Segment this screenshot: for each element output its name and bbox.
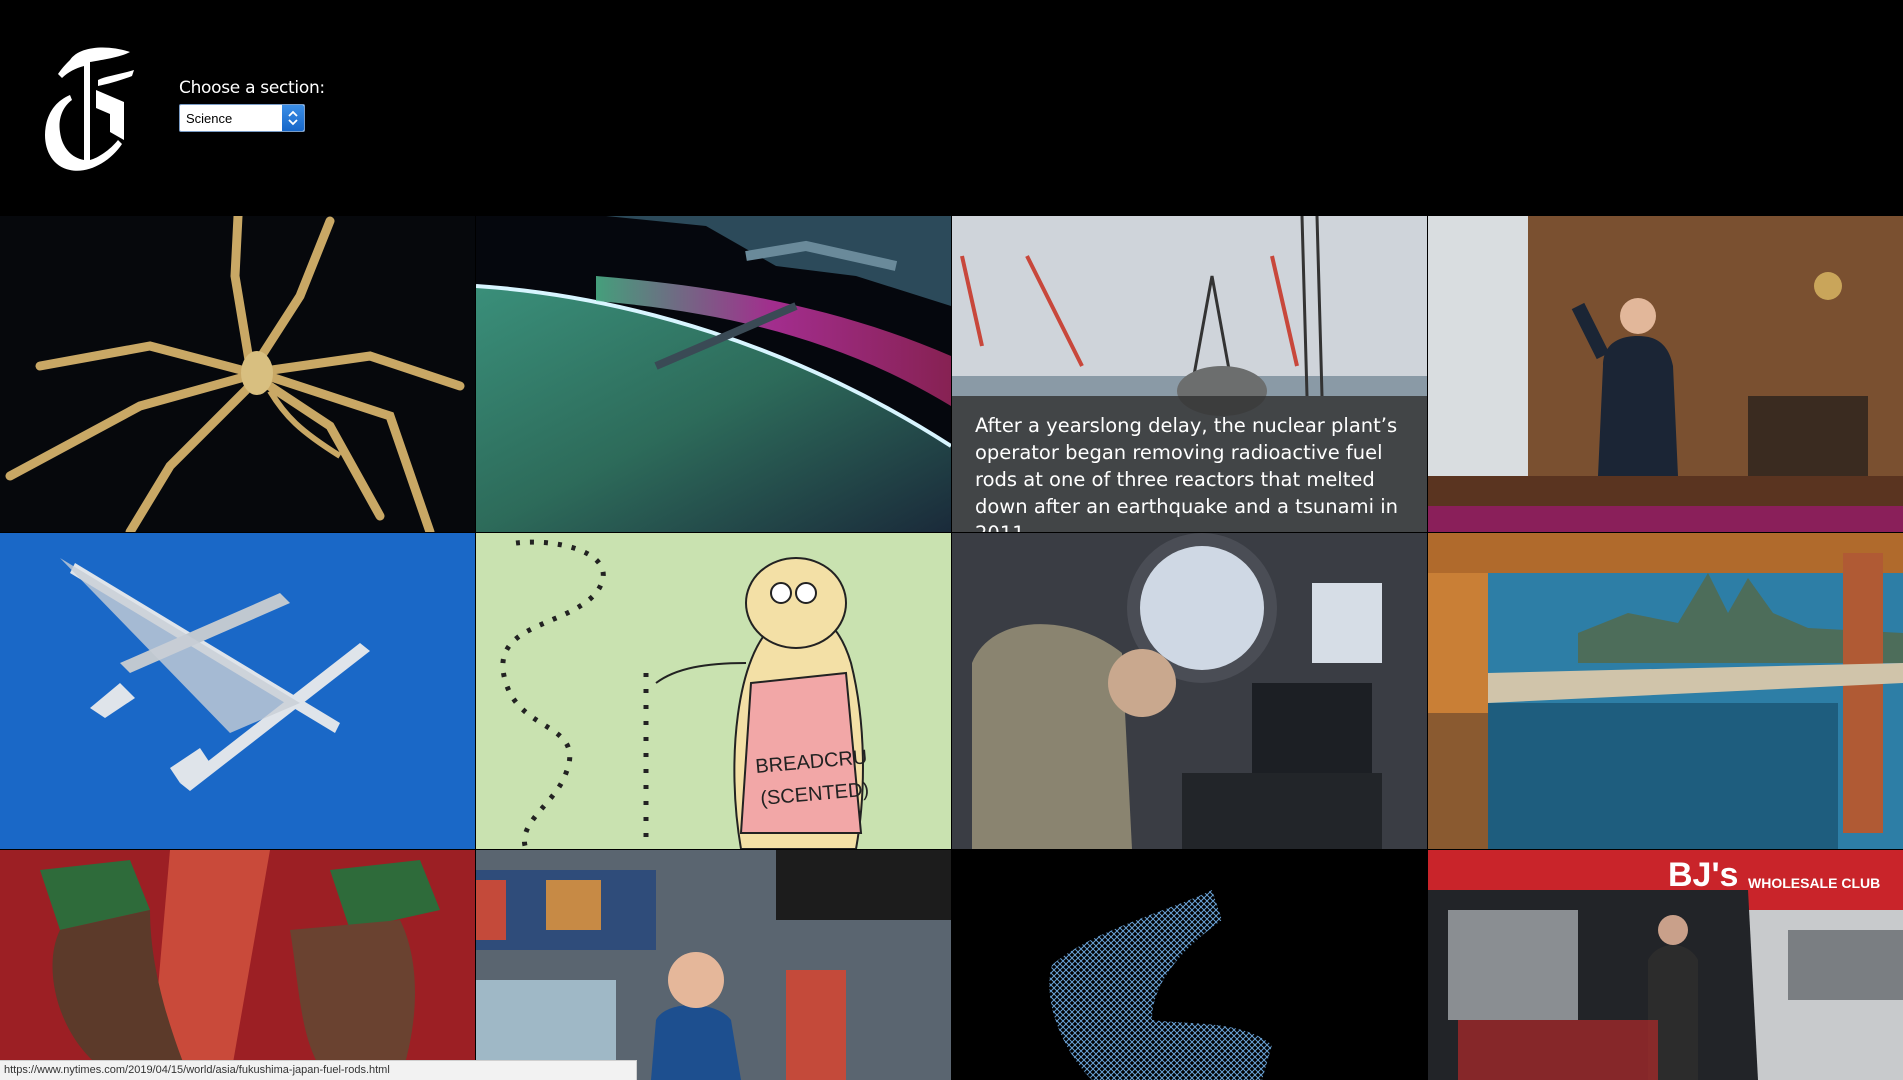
blue-mesh-image — [1049, 890, 1272, 1080]
nyt-logo-icon[interactable] — [40, 40, 140, 175]
warehouse-store-image — [476, 850, 951, 1080]
photo-tile-warehouse-store[interactable] — [476, 850, 951, 1080]
section-select[interactable]: Science — [179, 104, 305, 132]
aurora-image — [476, 216, 951, 532]
astronaut-image — [952, 533, 1427, 849]
photo-grid: After a yearslong delay, the nuclear pla… — [0, 216, 1903, 1080]
hearing-image — [1428, 216, 1903, 532]
cartoon-dog-image: BREADCRU (SCENTED) — [476, 533, 951, 849]
bjs-store-image: BJ's WHOLESALE CLUB — [1428, 850, 1903, 1080]
photo-tile-aurora[interactable] — [476, 216, 951, 532]
section-label: Choose a section: — [179, 78, 325, 98]
photo-tile-infinity-pool[interactable] — [1428, 533, 1903, 849]
photo-tile-cartoon-dog[interactable]: BREADCRU (SCENTED) — [476, 533, 951, 849]
select-arrows-icon — [282, 105, 304, 131]
tile-caption: After a yearslong delay, the nuclear pla… — [952, 396, 1427, 532]
photo-tile-nuclear-plant[interactable]: After a yearslong delay, the nuclear pla… — [952, 216, 1427, 532]
sea-spider-image — [5, 216, 465, 532]
photo-tile-bangles[interactable] — [0, 850, 475, 1080]
bangles-image — [0, 850, 475, 1080]
store-sub-text: WHOLESALE CLUB — [1748, 875, 1880, 891]
photo-tile-bjs-store[interactable]: BJ's WHOLESALE CLUB — [1428, 850, 1903, 1080]
photo-tile-aircraft[interactable] — [0, 533, 475, 849]
section-select-value: Science — [186, 111, 233, 126]
aircraft-image — [60, 558, 370, 791]
photo-tile-sea-spider[interactable] — [0, 216, 475, 532]
photo-tile-hearing[interactable] — [1428, 216, 1903, 532]
status-bar-url: https://www.nytimes.com/2019/04/15/world… — [0, 1060, 637, 1080]
photo-tile-astronaut[interactable] — [952, 533, 1427, 849]
infinity-pool-image — [1428, 533, 1903, 849]
section-picker: Choose a section: Science — [179, 78, 325, 132]
store-sign-text: BJ's — [1668, 856, 1738, 894]
header: Choose a section: Science — [0, 0, 1903, 216]
photo-tile-blue-mesh[interactable] — [952, 850, 1427, 1080]
